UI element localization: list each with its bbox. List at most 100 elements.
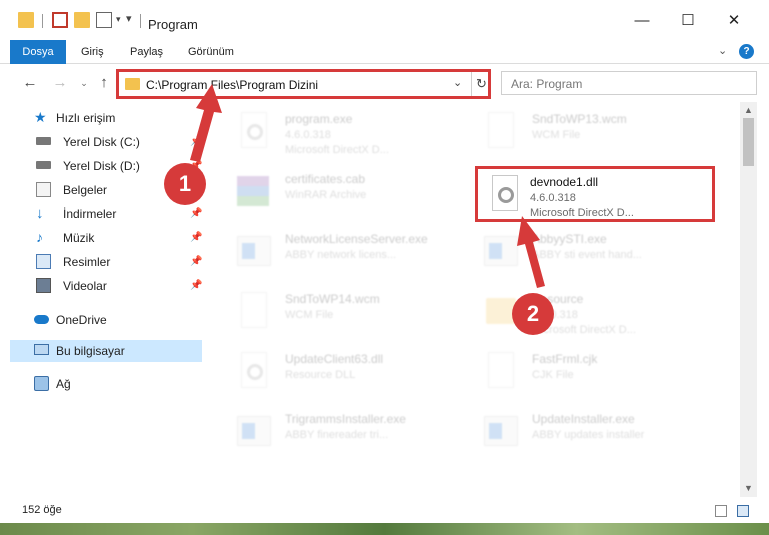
sidebar-item-disk-c[interactable]: Yerel Disk (C:) 📌 [12, 131, 202, 153]
file-description: Microsoft DirectX D... [530, 207, 634, 219]
file-item[interactable]: certificates.cab WinRAR Archive [233, 166, 473, 222]
document-file-icon [480, 110, 520, 158]
vertical-scrollbar[interactable]: ▲ ▼ [740, 102, 757, 497]
up-button[interactable]: ↑ [94, 73, 114, 93]
details-view-icon[interactable] [715, 505, 727, 517]
view-options-icon[interactable] [96, 12, 112, 28]
computer-icon [34, 344, 49, 355]
sidebar-item-network[interactable]: Ağ [12, 373, 202, 395]
recent-locations-button[interactable]: ⌄ [74, 73, 94, 93]
sidebar-item-label: Müzik [63, 231, 95, 245]
sidebar-item-videos[interactable]: Videolar 📌 [12, 275, 202, 297]
file-item[interactable]: NetworkLicenseServer.exe ABBY network li… [233, 226, 473, 282]
file-name: UpdateInstaller.exe [532, 412, 635, 426]
pictures-icon [36, 254, 51, 269]
cloud-icon [34, 315, 49, 324]
file-item[interactable]: FastFrml.cjk CJK File [480, 346, 720, 402]
chevron-down-icon[interactable]: ▾ [116, 14, 121, 25]
address-bar[interactable]: C:\Program Files\Program Dizini ⌄ ↻ [116, 69, 491, 99]
pin-icon[interactable]: 📌 [190, 227, 202, 249]
file-type: CJK File [532, 369, 574, 381]
drive-icon [36, 137, 51, 145]
refresh-button[interactable]: ↻ [471, 72, 491, 96]
scroll-down-icon[interactable]: ▼ [740, 480, 757, 497]
documents-icon [36, 182, 51, 197]
forward-button[interactable]: → [50, 73, 70, 93]
title-separator [42, 14, 43, 28]
file-item[interactable]: SndToWP14.wcm WCM File [233, 286, 473, 342]
sidebar-item-label: Hızlı erişim [56, 111, 116, 125]
sidebar-item-label: Yerel Disk (D:) [63, 159, 140, 173]
file-name: NetworkLicenseServer.exe [285, 232, 428, 246]
pin-icon[interactable]: 📌 [190, 275, 202, 297]
expand-ribbon-icon[interactable]: ⌄ [718, 44, 727, 57]
file-name: TrigrammsInstaller.exe [285, 412, 406, 426]
music-icon: ♪ [36, 229, 43, 245]
file-description: ABBY finereader tri... [285, 429, 389, 441]
file-item[interactable]: AbbyySTI.exe ABBY sti event hand... [480, 226, 720, 282]
title-bar: ▾ ▾ Program — ☐ ✕ [0, 0, 769, 40]
pin-icon[interactable]: 📌 [190, 131, 202, 153]
sidebar-item-label: OneDrive [56, 313, 107, 327]
desktop-background [0, 523, 769, 535]
sidebar-item-music[interactable]: ♪ Müzik 📌 [12, 227, 202, 249]
sidebar-item-pictures[interactable]: Resimler 📌 [12, 251, 202, 273]
help-icon[interactable]: ? [739, 44, 754, 59]
sidebar-item-label: Belgeler [63, 183, 108, 197]
tab-share[interactable]: Paylaş [120, 40, 173, 64]
maximize-button[interactable]: ☐ [673, 10, 703, 32]
tab-file[interactable]: Dosya [10, 40, 66, 64]
new-folder-icon[interactable] [74, 12, 90, 28]
customize-toolbar-icon[interactable]: ▾ [126, 12, 132, 25]
star-icon: ★ [34, 109, 47, 125]
large-icons-view-icon[interactable] [737, 505, 749, 517]
ribbon-tabs: Dosya Giriş Paylaş Görünüm ⌄ ? [0, 40, 769, 64]
tab-home[interactable]: Giriş [71, 40, 114, 64]
sidebar-item-quick-access[interactable]: ★ Hızlı erişim [12, 107, 202, 129]
video-icon [36, 278, 51, 293]
scrollbar-thumb[interactable] [743, 118, 754, 166]
arrow-right-icon: → [52, 74, 68, 91]
file-name: FastFrml.cjk [532, 352, 598, 366]
file-type: Resource DLL [285, 369, 356, 381]
properties-icon[interactable] [52, 12, 68, 28]
sidebar-item-label: Resimler [63, 255, 111, 269]
sidebar-item-label: İndirmeler [63, 207, 117, 221]
file-name: SndToWP13.wcm [532, 112, 627, 126]
tab-view[interactable]: Görünüm [178, 40, 244, 64]
file-version: 4.6.0.318 [530, 192, 576, 204]
pin-icon[interactable]: 📌 [190, 203, 202, 225]
application-icon [480, 230, 520, 278]
file-item[interactable]: SndToWP13.wcm WCM File [480, 106, 720, 162]
dll-file-icon [233, 350, 273, 398]
back-button[interactable]: ← [20, 73, 40, 93]
sidebar-item-label: Videolar [63, 279, 107, 293]
sidebar-item-this-pc[interactable]: Bu bilgisayar [10, 340, 202, 362]
file-item[interactable]: UpdateClient63.dll Resource DLL [233, 346, 473, 402]
address-dropdown-icon[interactable]: ⌄ [453, 76, 462, 89]
sidebar-item-label: Bu bilgisayar [56, 344, 125, 358]
search-box[interactable]: Ara: Program [501, 71, 757, 95]
status-bar: 152 öğe [0, 497, 769, 523]
minimize-icon: — [634, 12, 650, 29]
file-description: ABBY network licens... [285, 249, 397, 261]
sidebar-item-onedrive[interactable]: OneDrive [12, 309, 202, 331]
maximize-icon: ☐ [681, 12, 695, 29]
file-name: certificates.cab [285, 172, 366, 186]
application-icon [480, 410, 520, 458]
pin-icon[interactable]: 📌 [190, 251, 202, 273]
document-file-icon [233, 290, 273, 338]
file-item[interactable]: TrigrammsInstaller.exe ABBY finereader t… [233, 406, 473, 462]
file-name: AbbyySTI.exe [532, 232, 607, 246]
refresh-icon: ↻ [476, 76, 487, 91]
item-count: 152 öğe [22, 504, 62, 516]
file-name: program.exe [285, 112, 353, 126]
minimize-button[interactable]: — [627, 10, 657, 32]
file-item-devnode1-dll[interactable]: devnode1.dll 4.6.0.318 Microsoft DirectX… [475, 166, 715, 222]
address-path: C:\Program Files\Program Dizini [146, 78, 319, 92]
file-item[interactable]: UpdateInstaller.exe ABBY updates install… [480, 406, 720, 462]
close-button[interactable]: ✕ [719, 10, 749, 32]
file-item[interactable]: program.exe 4.6.0.318 Microsoft DirectX … [233, 106, 473, 162]
scroll-up-icon[interactable]: ▲ [740, 102, 757, 119]
sidebar-item-downloads[interactable]: ↓ İndirmeler 📌 [12, 203, 202, 225]
